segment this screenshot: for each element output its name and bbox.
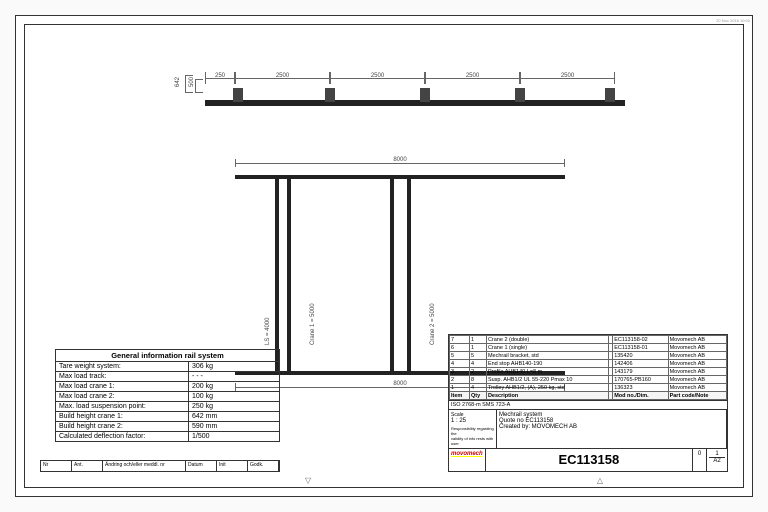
info-row: Max. load suspension point:250 kg (56, 402, 279, 412)
dim-top-4: 2500 (520, 72, 615, 84)
fold-mark: △ (597, 476, 603, 485)
company-logo: movomech (449, 449, 486, 471)
track-top (235, 175, 565, 179)
dim-500: 500 (189, 77, 195, 87)
hanger (605, 88, 615, 102)
title-block: 71Crane 2 (double)EC113158-02Movomech AB… (448, 334, 728, 472)
bom-row: 14Trolley AHB1/2, (A), 250 kg, std136323… (450, 384, 727, 392)
rail-profile (205, 100, 625, 106)
sig-col: Datum (186, 461, 217, 471)
drawing-number: EC113158 (486, 449, 693, 471)
bom-row: 44End stop AHB140-190142406Movomech AB (450, 360, 727, 368)
info-row: Build height crane 2:590 mm (56, 422, 279, 432)
standard-note: ISO 2768-m SMS 723-A (449, 400, 727, 409)
fold-mark: ▽ (305, 476, 311, 485)
dim-plan-top: 8000 (235, 157, 565, 169)
revision-block: Nr Ant. Ändring och/eller meddl. nr Datu… (40, 460, 280, 472)
dim-642: 642 (175, 77, 181, 87)
bom-row: 28Susp. AHB1/2 UL 55-220 Pmax 10170765-P… (450, 376, 727, 384)
sig-col: Nr (41, 461, 72, 471)
info-row: Max load track:- - - (56, 372, 279, 382)
crane-rail (407, 175, 411, 375)
bom-row: 55Mechrail bracket, std135420Movomech AB (450, 352, 727, 360)
crane-rail (275, 175, 279, 375)
dim-top-0: 250 (205, 72, 235, 84)
vert-dim: 642 500 (185, 75, 209, 115)
dim-top-3: 2500 (425, 72, 520, 84)
sig-col: Godk. (248, 461, 279, 471)
info-row: Calculated deflection factor:1/500 (56, 432, 279, 441)
info-header: General information rail system (56, 350, 279, 362)
general-info-table: General information rail system Tare wei… (55, 349, 280, 442)
info-row: Max load crane 2:100 kg (56, 392, 279, 402)
label-ls: LS = 4000 (265, 317, 271, 345)
sig-col: Ant. (72, 461, 103, 471)
bom-row: 32Profile AHB140 L=8 m143179Movomech AB (450, 368, 727, 376)
hanger (515, 88, 525, 102)
label-crane2: Crane 2 = 5000 (430, 303, 436, 345)
dim-value: 8000 (393, 381, 406, 387)
bom-row: 71Crane 2 (double)EC113158-02Movomech AB (450, 336, 727, 344)
title-line3: Created by: MOVOMECH AB (499, 424, 724, 430)
revision: 0 (693, 449, 707, 471)
scale-value: 1 : 25 (451, 418, 494, 424)
hanger (233, 88, 243, 102)
dim-top-2: 2500 (330, 72, 425, 84)
bom-header: ItemQtyDescriptionMod no./Dim.Part code/… (450, 392, 727, 400)
elevation-view: 250 2500 2500 2500 2500 (205, 70, 625, 120)
hanger (420, 88, 430, 102)
bom-row: 61Crane 1 (single)EC113158-01Movomech AB (450, 344, 727, 352)
dim-value: 8000 (393, 157, 406, 163)
label-crane1: Crane 1 = 5000 (310, 303, 316, 345)
title-meta: Scale 1 : 25 Responsibility regarding th… (449, 409, 727, 448)
info-row: Tare weight system:306 kg (56, 362, 279, 372)
drawing-frame: 250 2500 2500 2500 2500 642 500 8000 LS … (24, 24, 744, 488)
crane-rail (287, 175, 291, 375)
hanger (325, 88, 335, 102)
sig-col: Init (217, 461, 248, 471)
bom-table: 71Crane 2 (double)EC113158-02Movomech AB… (449, 335, 727, 400)
info-row: Build height crane 1:642 mm (56, 412, 279, 422)
info-row: Max load crane 1:200 kg (56, 382, 279, 392)
dim-top-1: 2500 (235, 72, 330, 84)
sig-col: Ändring och/eller meddl. nr (103, 461, 186, 471)
timestamp: 20 Nov 2018 10:00 (716, 18, 750, 23)
drawing-sheet: 20 Nov 2018 10:00 250 2500 2500 2500 250… (15, 15, 753, 497)
crane-rail (390, 175, 394, 375)
sheet-format: A2 (709, 457, 725, 464)
